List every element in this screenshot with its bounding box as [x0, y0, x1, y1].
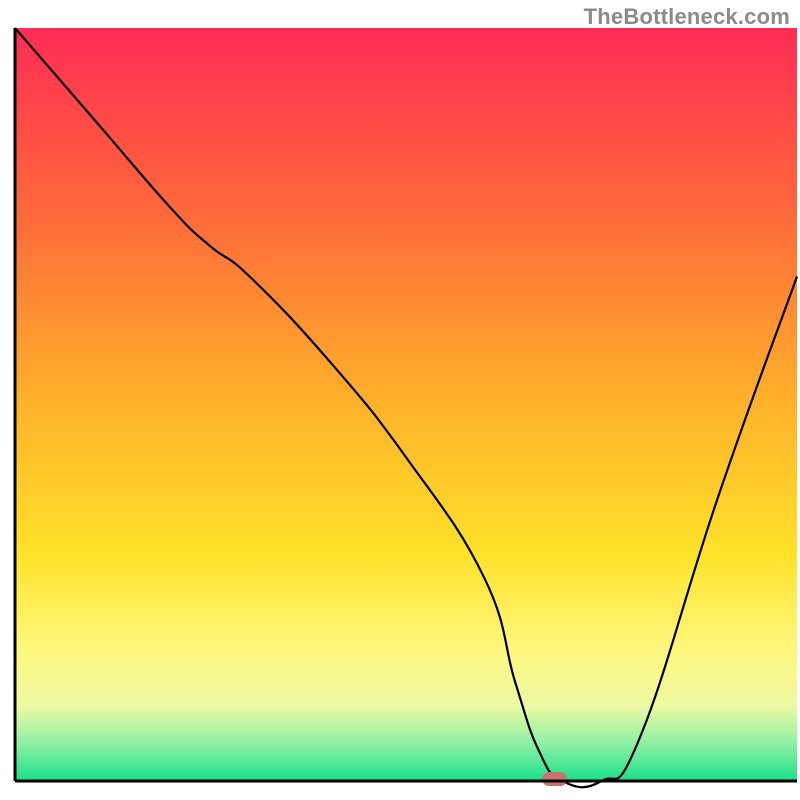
- plot-background: [15, 28, 797, 781]
- optimal-marker: [543, 772, 567, 786]
- chart-container: TheBottleneck.com: [0, 0, 800, 800]
- bottleneck-chart: [0, 0, 800, 800]
- watermark-text: TheBottleneck.com: [584, 4, 790, 30]
